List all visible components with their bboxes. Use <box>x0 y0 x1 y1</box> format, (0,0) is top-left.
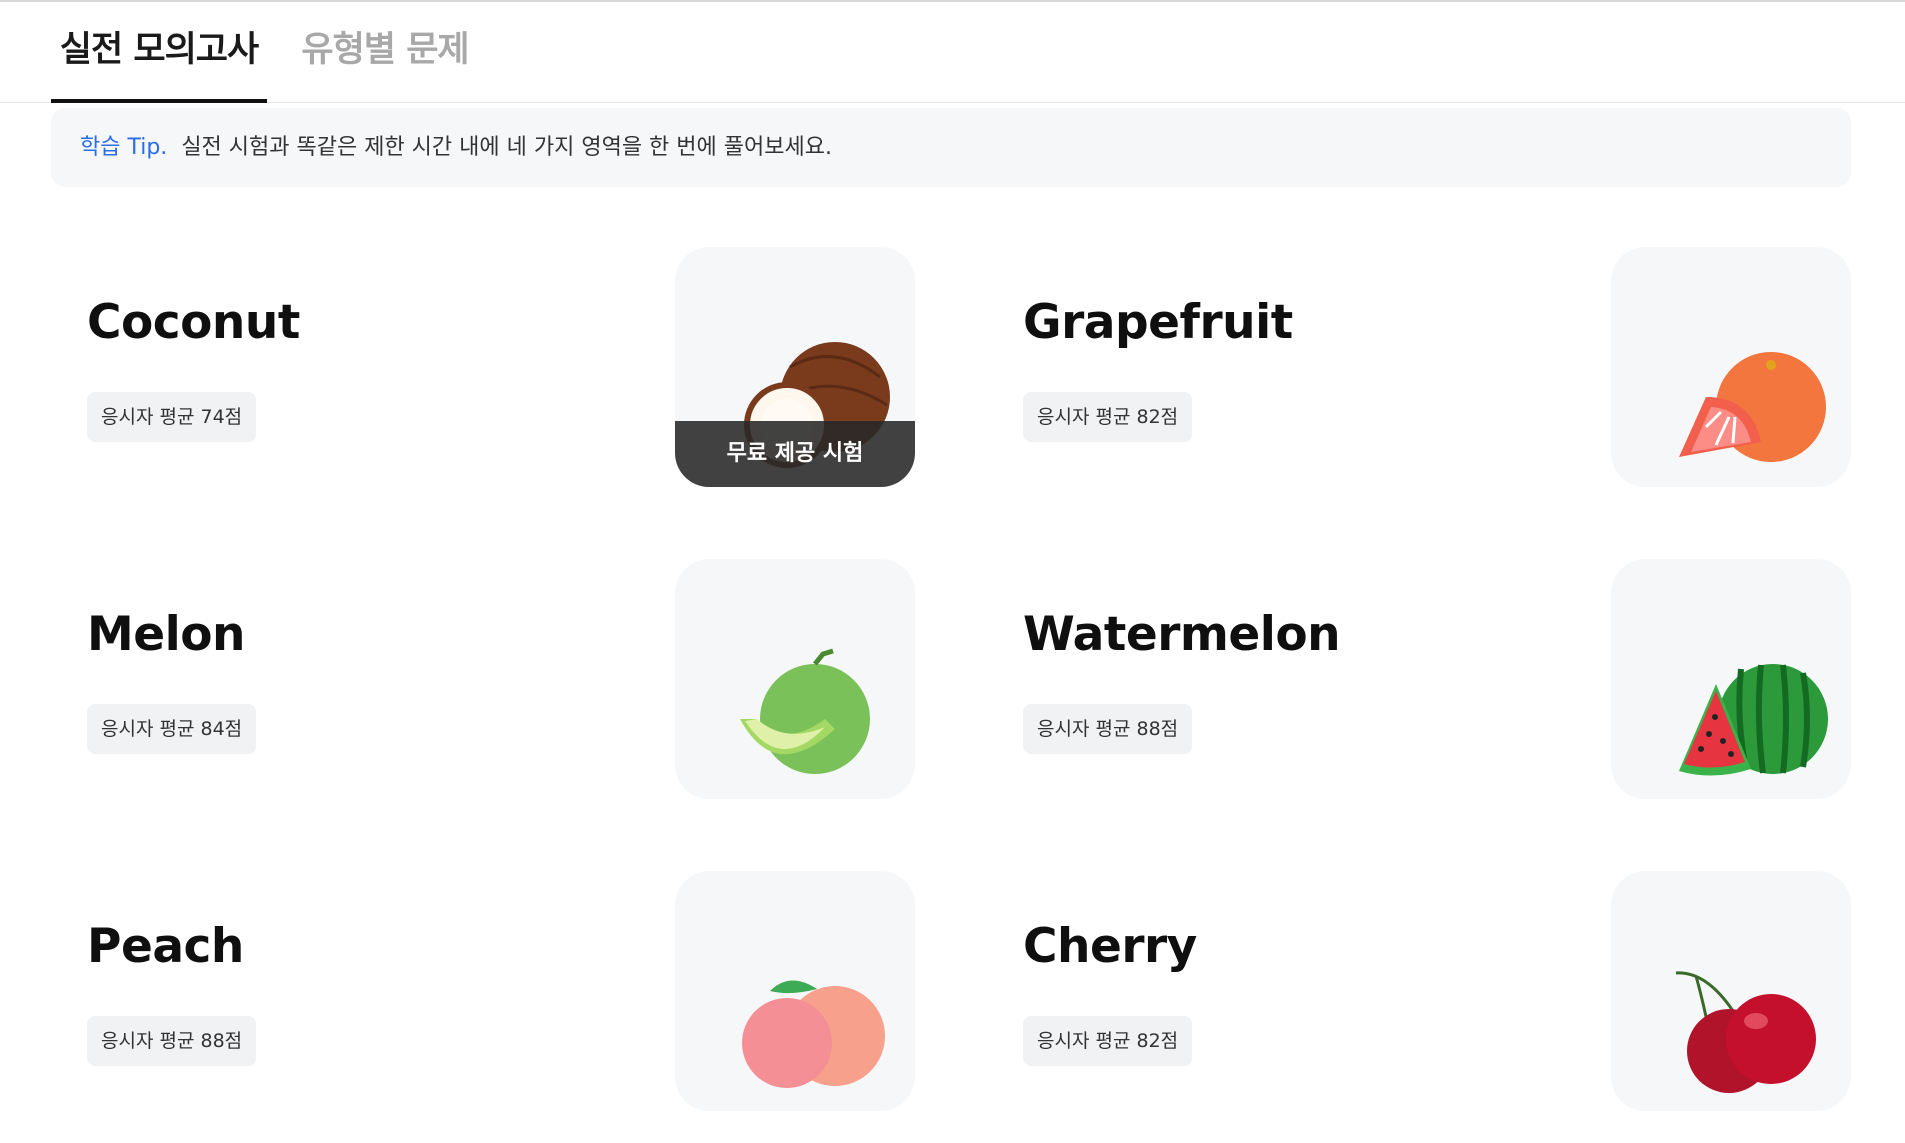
exam-card-melon[interactable]: Melon 응시자 평균 84점 <box>51 559 987 799</box>
exam-title: Coconut <box>87 295 300 350</box>
exam-thumbnail[interactable] <box>675 871 915 1111</box>
exam-title: Watermelon <box>1023 607 1341 662</box>
free-exam-banner: 무료 제공 시험 <box>675 421 915 487</box>
exam-title: Peach <box>87 919 244 974</box>
exam-title: Grapefruit <box>1023 295 1293 350</box>
tip-text: 실전 시험과 똑같은 제한 시간 내에 네 가지 영역을 한 번에 풀어보세요. <box>181 135 832 160</box>
tab-type-questions[interactable]: 유형별 문제 <box>300 2 470 102</box>
exam-thumbnail[interactable] <box>1611 559 1851 799</box>
melon-icon <box>740 648 870 774</box>
tab-mock-exam[interactable]: 실전 모의고사 <box>51 2 267 103</box>
average-score-badge: 응시자 평균 74점 <box>87 392 257 442</box>
average-score-badge: 응시자 평균 82점 <box>1023 392 1193 442</box>
exam-thumbnail[interactable] <box>1611 247 1851 487</box>
exam-thumbnail[interactable] <box>675 559 915 799</box>
exam-thumbnail[interactable] <box>1611 871 1851 1111</box>
average-score-badge: 응시자 평균 84점 <box>87 704 257 754</box>
exam-title: Cherry <box>1023 919 1197 974</box>
exam-card-watermelon[interactable]: Watermelon 응시자 평균 88점 <box>987 559 1905 799</box>
cherry-icon <box>1675 971 1816 1093</box>
exam-card-coconut[interactable]: Coconut 응시자 평균 74점 무료 제공 시험 <box>51 247 987 487</box>
study-tip-banner: 학습 Tip. 실전 시험과 똑같은 제한 시간 내에 네 가지 영역을 한 번에… <box>51 108 1851 187</box>
average-score-badge: 응시자 평균 82점 <box>1023 1016 1193 1066</box>
peach-icon <box>742 980 885 1088</box>
grapefruit-icon <box>1679 352 1826 462</box>
exam-card-grapefruit[interactable]: Grapefruit 응시자 평균 82점 <box>987 247 1905 487</box>
exam-card-peach[interactable]: Peach 응시자 평균 88점 <box>51 871 987 1111</box>
watermelon-icon <box>1679 664 1828 776</box>
average-score-badge: 응시자 평균 88점 <box>87 1016 257 1066</box>
tab-bar: 실전 모의고사 유형별 문제 <box>0 2 1905 103</box>
average-score-badge: 응시자 평균 88점 <box>1023 704 1193 754</box>
exam-title: Melon <box>87 607 246 662</box>
exam-thumbnail[interactable]: 무료 제공 시험 <box>675 247 915 487</box>
tip-label: 학습 Tip. <box>80 135 168 160</box>
exam-card-cherry[interactable]: Cherry 응시자 평균 82점 <box>987 871 1905 1111</box>
